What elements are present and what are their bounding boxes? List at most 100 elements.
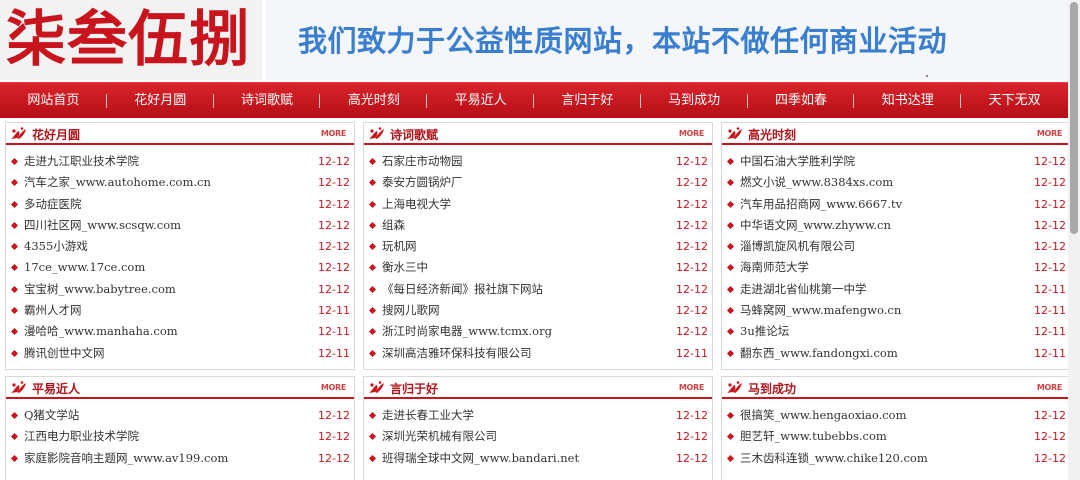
list-item-link[interactable]: 上海电视大学: [382, 194, 451, 215]
list-item: 深圳高洁雅环保科技有限公司 12-11: [368, 343, 708, 364]
section-title[interactable]: 高光时刻: [748, 126, 796, 143]
list-item-link[interactable]: 石家庄市动物园: [382, 151, 463, 172]
list-item-date: 12-12: [676, 430, 708, 444]
list-item-date: 12-12: [676, 409, 708, 422]
list-item-link[interactable]: 衡水三中: [382, 257, 428, 278]
nav-item-huahaoyueyuan[interactable]: 花好月圆: [107, 83, 214, 119]
diamond-bullet-icon: [368, 264, 377, 272]
list-item-link[interactable]: 四川社区网_www.scsqw.com: [24, 215, 181, 236]
list-item: 组森 12-12: [368, 215, 708, 236]
list-item-link[interactable]: 3u推论坛: [740, 321, 789, 342]
list-item-link[interactable]: 多动症医院: [24, 194, 82, 215]
section-title[interactable]: 言归于好: [390, 380, 438, 397]
diamond-bullet-icon: [726, 307, 735, 315]
more-link[interactable]: MORE: [321, 383, 346, 392]
list-item-link[interactable]: 燃文小说_www.8384xs.com: [740, 172, 893, 193]
more-link[interactable]: MORE: [679, 129, 704, 138]
diamond-bullet-icon: [726, 243, 735, 251]
list-item-link[interactable]: 泰安方圆锅炉厂: [382, 172, 463, 193]
more-link[interactable]: MORE: [321, 129, 346, 138]
diamond-bullet-icon: [10, 411, 19, 420]
nav-item-madaochenggong[interactable]: 马到成功: [641, 83, 748, 119]
list-item: 上海电视大学 12-12: [368, 194, 708, 215]
list-item-link[interactable]: 班得瑞全球中文网_www.bandari.net: [382, 448, 579, 469]
diamond-bullet-icon: [10, 454, 19, 462]
list-item: 四川社区网_www.scsqw.com 12-12: [10, 215, 350, 236]
list-item-link[interactable]: 深圳高洁雅环保科技有限公司: [382, 343, 532, 364]
more-link[interactable]: MORE: [1037, 383, 1062, 392]
list-item: 家庭影院音响主题网_www.av199.com 12-12: [10, 448, 350, 469]
site-logo[interactable]: 柒叁伍捌: [0, 0, 262, 80]
section-box: 平易近人 MORE Q猪文学站 12-12 江西电力职业技术学院 12-12 家庭影院音响主…: [5, 376, 355, 480]
list-item-link[interactable]: 搜网儿歌网: [382, 300, 440, 321]
list-item-link[interactable]: 霸州人才网: [24, 300, 82, 321]
section-title[interactable]: 马到成功: [748, 380, 796, 397]
list-item-date: 12-12: [676, 176, 708, 190]
nav-item-zhishudali[interactable]: 知书达理: [854, 83, 962, 119]
section-header: 高光时刻 MORE: [722, 123, 1070, 145]
list-item: 4355小游戏 12-12: [10, 236, 350, 257]
list-item: 搜网儿歌网 12-12: [368, 300, 708, 321]
diamond-bullet-icon: [10, 433, 19, 441]
nav-item-home[interactable]: 网站首页: [0, 83, 107, 119]
list-item-link[interactable]: 《每日经济新闻》报社旗下网站: [382, 279, 543, 300]
section-title[interactable]: 平易近人: [32, 380, 80, 397]
vertical-scrollbar[interactable]: [1068, 0, 1080, 480]
more-link[interactable]: MORE: [1037, 129, 1062, 138]
list-item-link[interactable]: 淄博凯旋风机有限公司: [740, 236, 855, 257]
list-item: 走进九江职业技术学院 12-12: [10, 151, 350, 172]
list-item-link[interactable]: 组森: [382, 215, 405, 236]
list-item-link[interactable]: 4355小游戏: [24, 236, 88, 257]
list-item-link[interactable]: 很搞笑_www.hengaoxiao.com: [740, 405, 907, 426]
list-item-link[interactable]: 中华语文网_www.zhyww.cn: [740, 215, 891, 236]
list-item-link[interactable]: 海南师范大学: [740, 257, 809, 278]
diamond-bullet-icon: [368, 454, 377, 462]
more-link[interactable]: MORE: [679, 383, 704, 392]
list-item-link[interactable]: 江西电力职业技术学院: [24, 426, 139, 447]
diamond-bullet-icon: [368, 200, 377, 208]
list-item-date: 12-12: [1034, 197, 1066, 211]
nav-item-label: 言归于好: [561, 93, 614, 108]
list-item: 霸州人才网 12-11: [10, 300, 350, 321]
list-item-link[interactable]: 汽车用品招商网_www.6667.tv: [740, 194, 902, 215]
list-item-link[interactable]: 汽车之家_www.autohome.com.cn: [24, 172, 211, 193]
list-item-link[interactable]: 浙江时尚家电器_www.tcmx.org: [382, 321, 552, 342]
diamond-bullet-icon: [368, 433, 377, 441]
list-item: Q猪文学站 12-12: [10, 405, 350, 426]
nav-item-gaoguangshike[interactable]: 高光时刻: [320, 83, 428, 119]
scrollbar-thumb[interactable]: [1070, 2, 1078, 234]
list-item-link[interactable]: 漫哈哈_www.manhaha.com: [24, 321, 178, 342]
list-item-link[interactable]: 深圳光荣机械有限公司: [382, 426, 497, 447]
diamond-bullet-icon: [368, 411, 377, 420]
list-item-link[interactable]: 走进九江职业技术学院: [24, 151, 139, 172]
list-item-link[interactable]: 腾讯创世中文网: [24, 343, 105, 364]
list-item-link[interactable]: 胆艺轩_www.tubebbs.com: [740, 426, 887, 447]
diamond-bullet-icon: [368, 221, 377, 229]
list-item: 翻东西_www.fandongxi.com 12-11: [726, 343, 1066, 364]
nav-item-label: 马到成功: [668, 93, 721, 108]
list-item-link[interactable]: 家庭影院音响主题网_www.av199.com: [24, 448, 228, 469]
list-item-link[interactable]: 玩机网: [382, 236, 417, 257]
bird-icon: [726, 380, 744, 395]
list-item-link[interactable]: 宝宝树_www.babytree.com: [24, 279, 176, 300]
nav-item-yanguiyuhao[interactable]: 言归于好: [534, 83, 641, 119]
link-list: 中国石油大学胜利学院 12-12 燃文小说_www.8384xs.com 12-12 汽…: [722, 145, 1070, 364]
section-title[interactable]: 诗词歌赋: [390, 126, 438, 143]
list-item-link[interactable]: 中国石油大学胜利学院: [740, 151, 855, 172]
list-item-link[interactable]: 走进长春工业大学: [382, 405, 474, 426]
list-item-link[interactable]: Q猪文学站: [24, 405, 79, 426]
list-item-link[interactable]: 17ce_www.17ce.com: [24, 257, 145, 278]
diamond-bullet-icon: [368, 328, 377, 336]
list-item: 衡水三中 12-12: [368, 257, 708, 278]
list-item-link[interactable]: 三木齿科连锁_www.chike120.com: [740, 448, 928, 469]
section-box: 花好月圆 MORE 走进九江职业技术学院 12-12 汽车之家_www.autohome…: [5, 122, 355, 370]
nav-item-shicigefu[interactable]: 诗词歌赋: [214, 83, 321, 119]
nav-item-pingyijinren[interactable]: 平易近人: [427, 83, 534, 119]
section-title[interactable]: 花好月圆: [32, 126, 80, 143]
diamond-bullet-icon: [726, 157, 735, 166]
nav-item-sijirichun[interactable]: 四季如春: [748, 83, 855, 119]
list-item-link[interactable]: 马蜂窝网_www.mafengwo.cn: [740, 300, 901, 321]
nav-item-tianxiawushuang[interactable]: 天下无双: [961, 83, 1068, 119]
list-item-link[interactable]: 翻东西_www.fandongxi.com: [740, 343, 898, 364]
list-item-link[interactable]: 走进湖北省仙桃第一中学: [740, 279, 867, 300]
